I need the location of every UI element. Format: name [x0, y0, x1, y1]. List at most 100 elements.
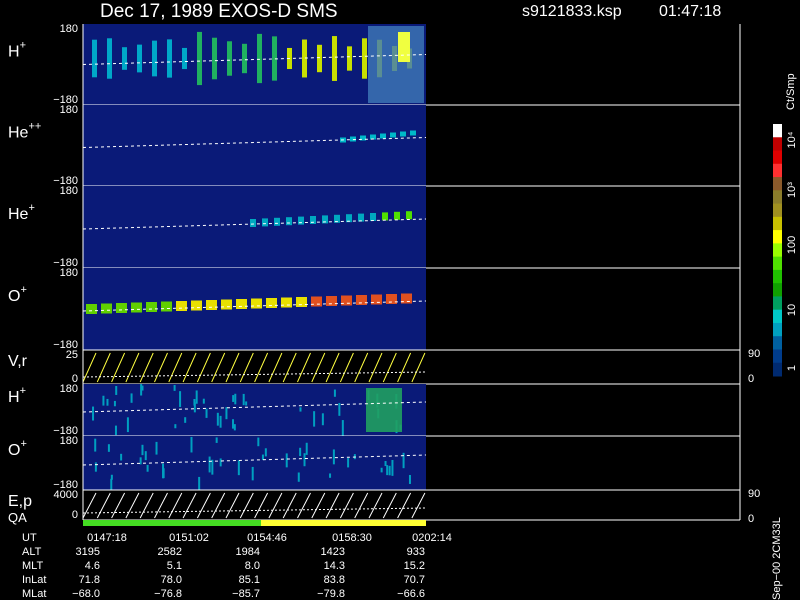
spectral-burst [394, 211, 400, 220]
spectral-burst [400, 131, 406, 137]
spectral-burst [264, 448, 267, 457]
panel-label: O+ [8, 284, 27, 305]
ephemeris-value: 14.3 [324, 560, 345, 572]
colorbar-tick: 10³ [786, 182, 798, 198]
colorbar-swatch [773, 256, 782, 271]
header-time: 01:47:18 [659, 3, 721, 20]
panel-o: 180−180O+ [8, 267, 741, 351]
colorbar-tick: 10 [786, 304, 798, 316]
spectral-burst [221, 299, 232, 310]
y-tick-top: 180 [60, 383, 78, 395]
spectral-burst [227, 41, 232, 76]
spectral-burst [107, 38, 112, 79]
spectral-burst [299, 447, 302, 457]
colorbar: 10⁴ 10³ 100 10 1 [773, 124, 798, 377]
qa-bar-warn [261, 520, 426, 526]
colorbar-swatch [773, 216, 782, 231]
ephemeris-value: 0202:14 [412, 532, 452, 544]
ephemeris-value: 0154:46 [247, 532, 287, 544]
spectral-burst [141, 444, 144, 456]
ephemeris-value: 70.7 [404, 574, 425, 586]
panels: 180−180H+180−180He++180−180He+180−180O+2… [8, 23, 760, 525]
spectral-burst [120, 453, 123, 461]
spectral-burst [257, 437, 260, 447]
spectral-burst [350, 136, 356, 142]
spectral-burst [195, 390, 198, 404]
spectral-burst [173, 385, 176, 391]
colorbar-swatch [773, 336, 782, 350]
y-tick-top: 180 [60, 104, 78, 116]
spectral-burst [232, 395, 235, 402]
spectral-burst [333, 389, 336, 397]
spectral-burst [197, 31, 202, 86]
colorbar-tick: 1 [786, 365, 798, 371]
qa-label: QA [8, 510, 27, 525]
spectral-burst [362, 38, 367, 79]
panel-ep: 4000 0 90 0 E,p [8, 488, 760, 525]
spectral-burst [202, 398, 205, 404]
spectral-burst [216, 412, 219, 426]
spectral-burst [184, 417, 187, 423]
panel-background [83, 436, 426, 490]
spectral-burst [398, 32, 410, 62]
panel-label: O+ [8, 438, 27, 459]
ephemeris-row-label: MLat [22, 588, 46, 600]
spectral-burst [332, 449, 335, 465]
colorbar-swatch [773, 243, 782, 258]
spectral-burst [380, 467, 383, 473]
spectral-burst [341, 420, 344, 436]
panel-label: E,p [8, 493, 32, 510]
y-tick-top: 25 [66, 349, 78, 361]
colorbar-swatch [773, 362, 782, 377]
spectral-burst [386, 465, 389, 476]
spectral-burst [219, 415, 222, 428]
spectral-burst [114, 425, 117, 436]
ephemeris-value: 83.8 [324, 574, 345, 586]
spectral-burst [146, 302, 157, 312]
panel-background [83, 105, 426, 186]
colorbar-swatch [773, 230, 782, 244]
colorbar-swatch [773, 283, 782, 297]
spectral-burst [317, 44, 322, 73]
spectral-burst [347, 458, 350, 468]
ephemeris-value: −68.0 [72, 588, 100, 600]
spectral-burst [232, 419, 235, 429]
spectral-burst [299, 407, 302, 412]
ephemeris-value: −79.8 [317, 588, 345, 600]
colorbar-tick: 10⁴ [786, 131, 798, 148]
spectral-burst [332, 36, 337, 81]
spectral-burst [297, 472, 300, 482]
spectral-burst [155, 441, 158, 455]
colorbar-swatch [773, 269, 782, 284]
spectral-burst [113, 400, 116, 407]
spectral-burst [261, 454, 264, 460]
spectral-burst [101, 303, 112, 314]
spectral-burst [313, 411, 316, 427]
colorbar-swatch [773, 203, 782, 218]
reference-line [82, 507, 427, 514]
spectral-burst [388, 465, 391, 476]
spectral-burst [106, 398, 109, 406]
ephemeris-value: −76.8 [154, 588, 182, 600]
ephemeris-table: UT ALT MLT InLat MLat 0147:18 3195 4.6 71.8 −68.0… [22, 532, 452, 600]
spectral-burst [406, 211, 412, 220]
ephemeris-value: −85.7 [232, 588, 260, 600]
colorbar-swatch [773, 322, 782, 337]
ephemeris-value: 2582 [158, 546, 182, 558]
ephemeris-row-label: UT [22, 532, 37, 544]
ephemeris-value: 78.0 [161, 574, 182, 586]
spectral-burst [208, 456, 211, 473]
spectral-burst [250, 219, 256, 227]
spectral-burst [245, 401, 248, 406]
panel-label: H+ [8, 40, 26, 61]
qa-bar-good [83, 520, 261, 526]
spectral-burst [242, 43, 247, 74]
spectral-burst [384, 461, 387, 467]
spectral-burst [274, 217, 280, 226]
reference-line [82, 371, 427, 378]
spectral-burst [303, 453, 306, 467]
panel-h2: 180−180H+ [8, 383, 741, 437]
ephemeris-value: 71.8 [79, 574, 100, 586]
sawtooth-trace [82, 492, 426, 519]
spectral-burst [237, 460, 240, 476]
